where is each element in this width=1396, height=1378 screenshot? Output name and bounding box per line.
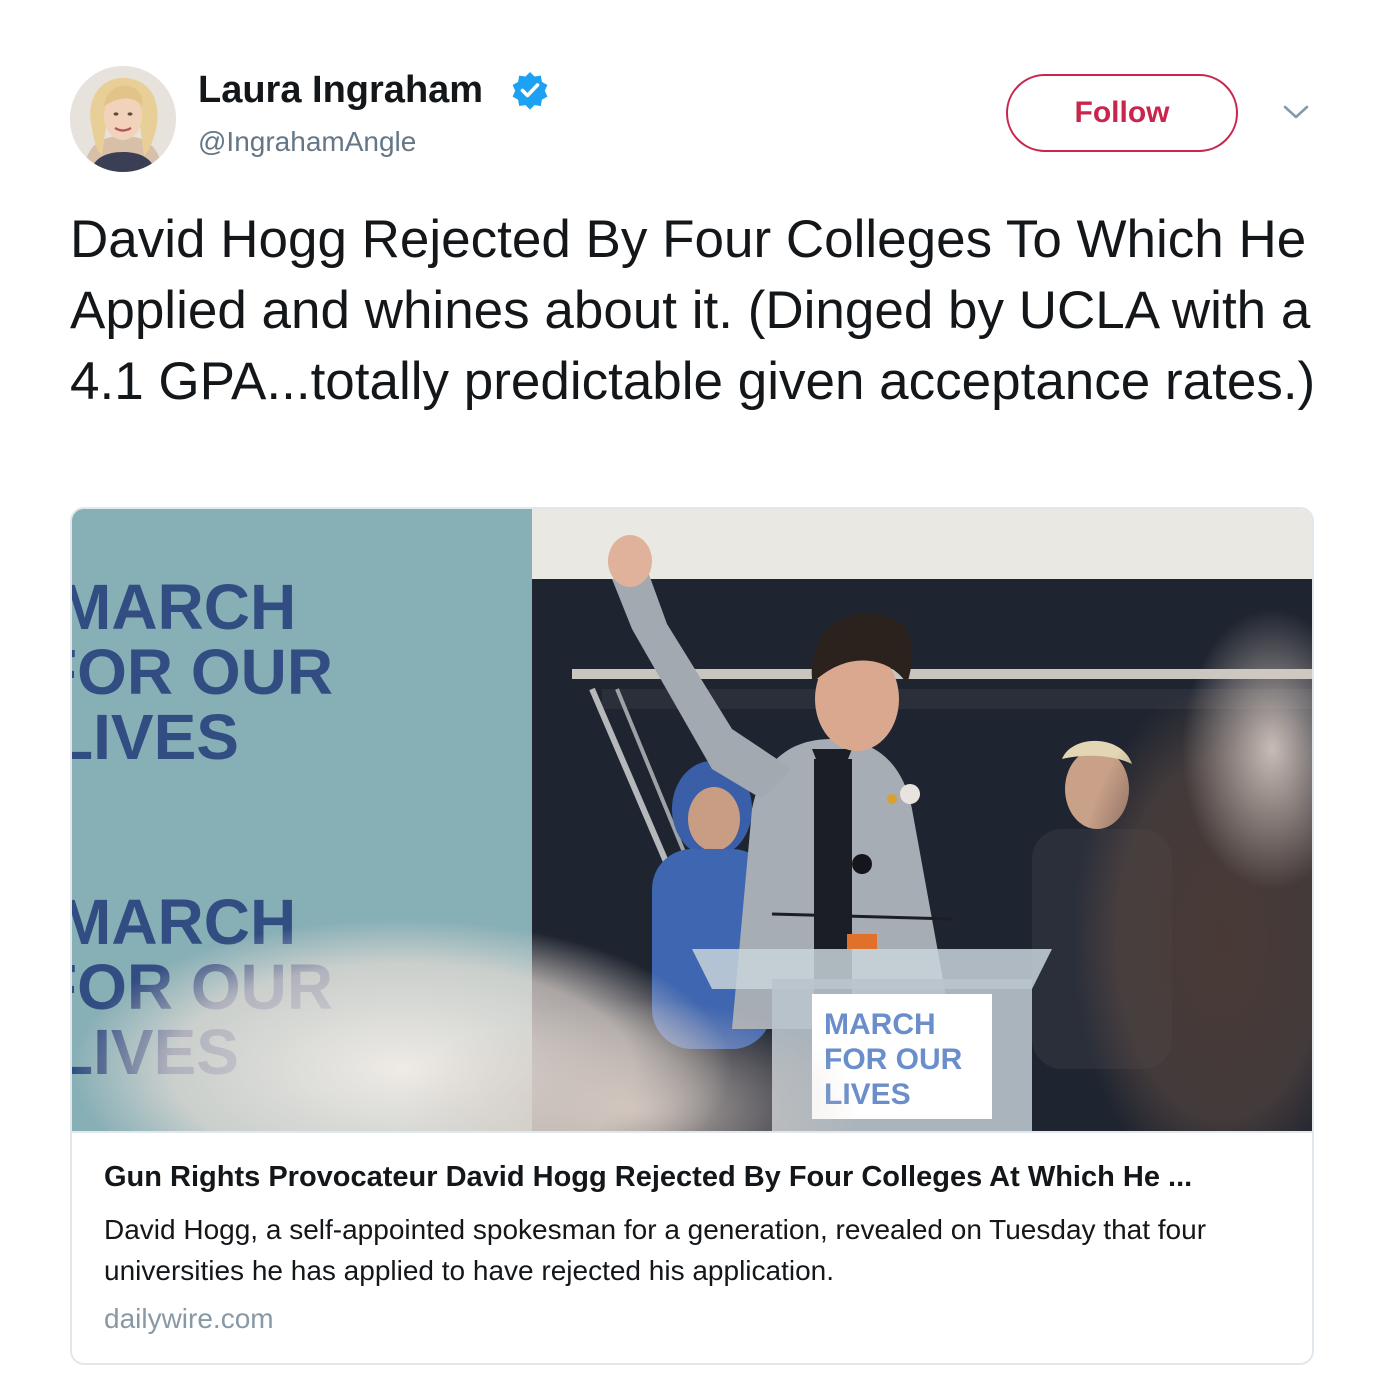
banner-line-1: MARCH: [72, 571, 296, 643]
banner-line-2: FOR OUR: [72, 636, 333, 708]
link-card[interactable]: MARCH FOR OUR LIVES MARCH FOR OUR LIVES …: [70, 507, 1314, 1365]
verified-badge-icon: [510, 70, 550, 110]
tweet-text: David Hogg Rejected By Four Colleges To …: [70, 210, 1316, 411]
follow-button[interactable]: Follow: [1006, 74, 1238, 152]
avatar[interactable]: [70, 66, 176, 172]
card-domain[interactable]: dailywire.com: [104, 1301, 274, 1337]
profile-photo: [70, 66, 176, 172]
display-name[interactable]: Laura Ingraham: [198, 68, 483, 112]
chevron-down-icon[interactable]: [1280, 100, 1312, 124]
card-divider: [72, 1131, 1312, 1133]
banner-line-3: LIVES: [72, 701, 239, 773]
card-image[interactable]: MARCH FOR OUR LIVES MARCH FOR OUR LIVES …: [72, 509, 1312, 1131]
handle[interactable]: @IngrahamAngle: [198, 124, 416, 160]
card-title[interactable]: Gun Rights Provocateur David Hogg Reject…: [104, 1159, 1284, 1195]
podium-sign-line-1: MARCH: [824, 1008, 936, 1041]
card-description[interactable]: David Hogg, a self-appointed spokesman f…: [104, 1209, 1284, 1291]
